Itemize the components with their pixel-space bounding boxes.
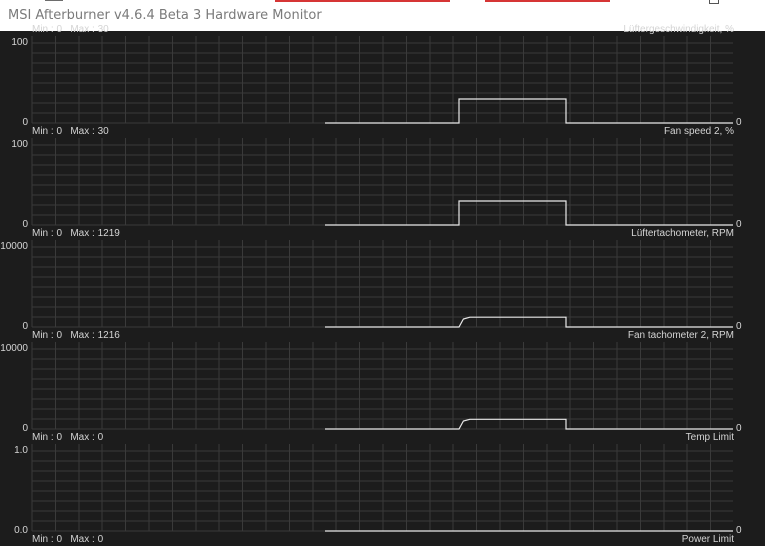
graph-title: Lüftertachometer, RPM — [631, 228, 734, 239]
graph-min-max: Min : 0 Max : 30 — [32, 126, 109, 137]
graph-min-max: Min : 0 Max : 0 — [32, 534, 104, 545]
window-control-icon[interactable] — [709, 0, 719, 4]
graph-title: Fan tachometer 2, RPM — [627, 330, 734, 341]
y-axis-min-label: 0 — [22, 117, 28, 128]
graph-min-max: Min : 0 Max : 0 — [32, 432, 104, 443]
current-value-label: 0 — [736, 117, 742, 128]
graph-trace — [325, 418, 733, 430]
graph-title: Lüftergeschwindigkeit, % — [623, 24, 734, 35]
y-axis-min-label: 0 — [22, 423, 28, 434]
titlebar-accent-line — [45, 0, 63, 1]
y-axis-max-label: 100 — [11, 139, 28, 150]
monitor-graphs — [31, 36, 733, 532]
graph-title: Power Limit — [681, 534, 734, 545]
y-axis-min-label: 0 — [22, 219, 28, 230]
graph-min-max: Min : 0 Max : 1216 — [32, 330, 120, 341]
hardware-monitor-panel[interactable]: Min : 0 Max : 30 Lüftergeschwindigkeit, %… — [0, 24, 765, 545]
y-axis-min-label: 0.0 — [14, 525, 28, 536]
window-title: MSI Afterburner v4.6.4 Beta 3 Hardware M… — [8, 8, 322, 23]
graph-min-max: Min : 0 Max : 1219 — [32, 228, 120, 239]
graph-trace — [325, 316, 733, 328]
current-value-label: 0 — [736, 321, 742, 332]
current-value-label: 0 — [736, 219, 742, 230]
current-value-label: 0 — [736, 423, 742, 434]
graph-title: Fan speed 2, % — [663, 126, 734, 137]
y-axis-max-label: 10000 — [0, 343, 28, 354]
y-axis-max-label: 100 — [11, 37, 28, 48]
graph-min-max: Min : 0 Max : 30 — [32, 24, 109, 35]
current-value-label: 0 — [736, 525, 742, 536]
titlebar-accent-line — [275, 0, 450, 2]
titlebar-accent-line — [485, 0, 610, 2]
y-axis-max-label: 1.0 — [14, 445, 28, 456]
y-axis-min-label: 0 — [22, 321, 28, 332]
graph-title: Temp Limit — [685, 432, 734, 443]
y-axis-max-label: 10000 — [0, 241, 28, 252]
